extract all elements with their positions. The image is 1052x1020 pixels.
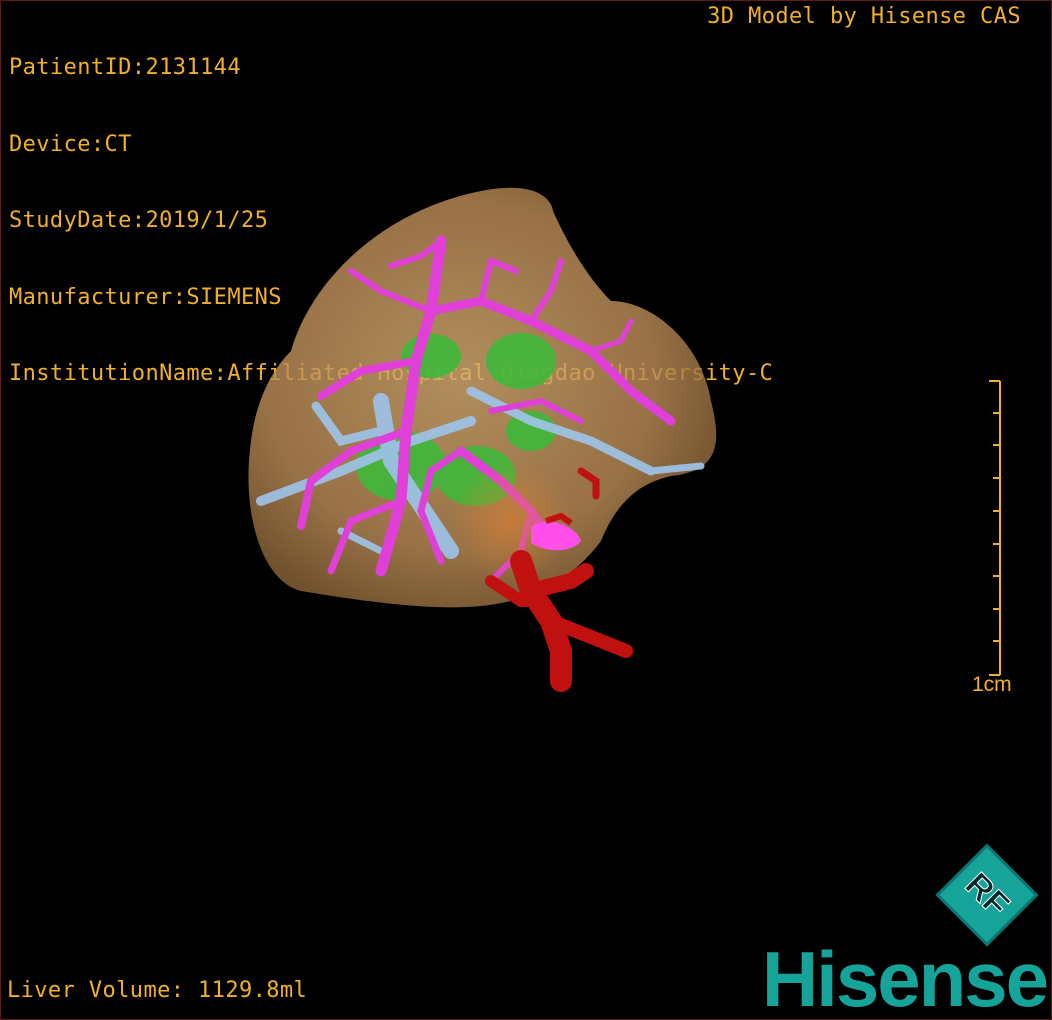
scale-bar-label: 1cm [972, 673, 1012, 696]
hisense-logo: Hisense [761, 935, 1049, 1020]
device-text: Device:CT [9, 131, 132, 157]
3d-viewport[interactable]: PatientID:2131144 Device:CT StudyDate:20… [0, 0, 1052, 1020]
model-credit-text: 3D Model by Hisense CAS [707, 4, 1021, 29]
patient-id-text: PatientID:2131144 [9, 55, 241, 80]
scale-bar [989, 380, 1001, 676]
liver-3d-model[interactable] [231, 181, 731, 701]
liver-volume-text: Liver Volume: 1129.8ml [7, 978, 308, 1003]
